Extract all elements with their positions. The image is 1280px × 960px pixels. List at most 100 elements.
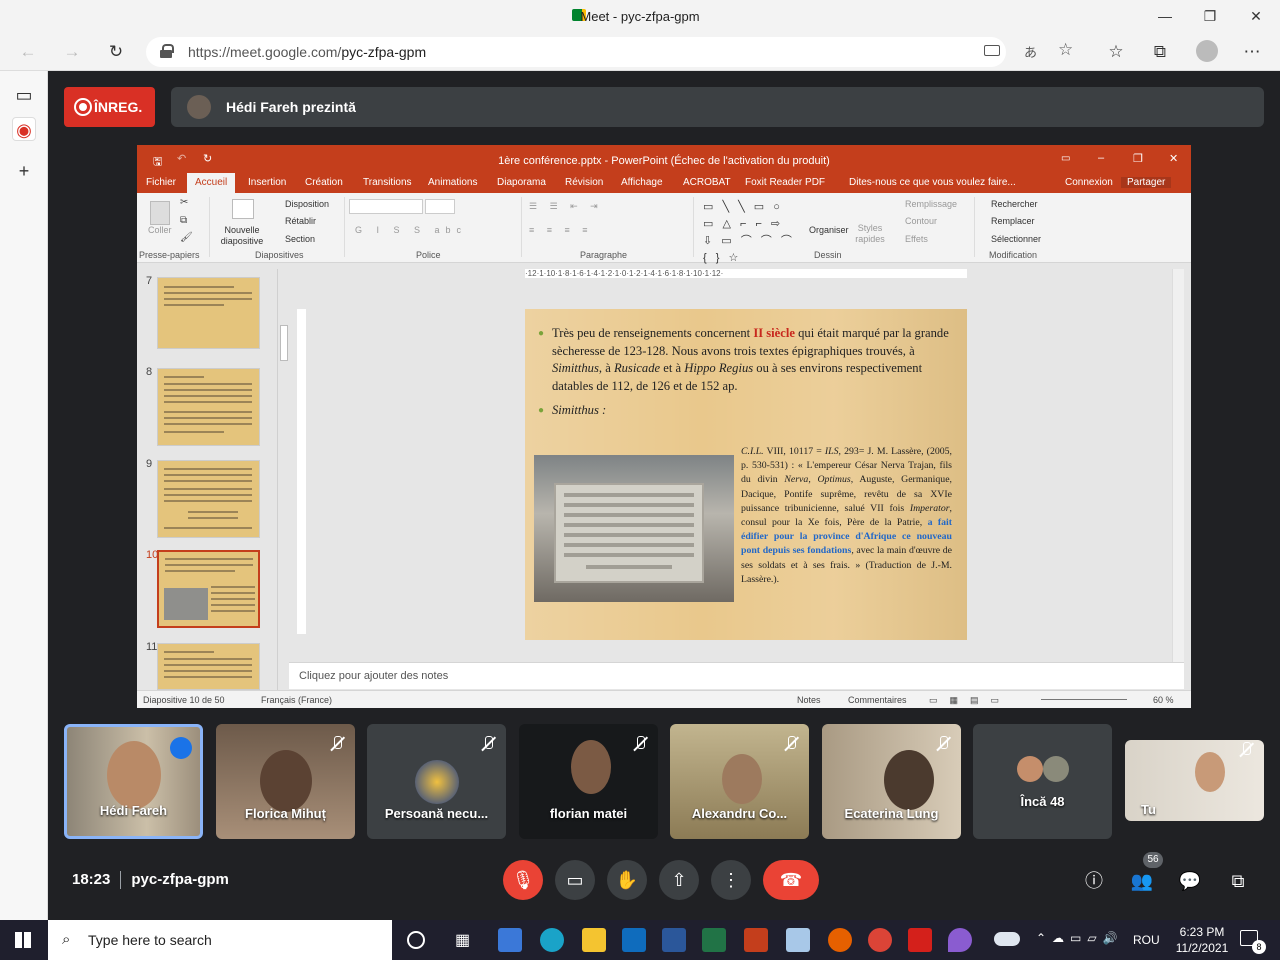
presenter-avatar — [187, 95, 211, 119]
lock-icon — [160, 44, 174, 58]
language-status: Français (France) — [261, 695, 333, 705]
muted-mic-icon — [480, 736, 496, 752]
cut-icon: ✂ — [180, 197, 189, 208]
app-icon-powerpoint[interactable] — [744, 928, 768, 952]
read-aloud-icon[interactable]: あ — [1024, 42, 1037, 61]
tab-affichage: Affichage — [621, 177, 663, 188]
app-icon-firefox[interactable] — [828, 928, 852, 952]
app-icon-excel[interactable] — [702, 928, 726, 952]
back-button[interactable]: ← — [14, 39, 42, 65]
thumb-number: 9 — [146, 458, 153, 470]
thumb-number: 8 — [146, 366, 153, 378]
recording-badge[interactable]: ÎNREG. — [64, 87, 155, 127]
forward-button[interactable]: → — [58, 39, 86, 65]
tab-actions-icon[interactable]: ▭ — [12, 83, 36, 107]
participant-tile[interactable]: Ecaterina Lung — [822, 724, 961, 839]
muted-mic-icon — [632, 736, 648, 752]
horizontal-ruler: ·12·1·10·1·8·1·6·1·4·1·2·1·0·1·2·1·4·1·6… — [525, 269, 967, 278]
editor-scrollbar — [1172, 269, 1184, 662]
remplissage-label: Remplissage — [905, 199, 958, 209]
app-icon-edge[interactable] — [540, 928, 564, 952]
participant-tile[interactable]: Florica Mihuț — [216, 724, 355, 839]
comments-toggle: Commentaires — [848, 695, 907, 705]
participant-tile[interactable]: Alexandru Co... — [670, 724, 809, 839]
restore-button[interactable]: ❐ — [1190, 4, 1230, 28]
camera-button[interactable]: ▭ — [555, 860, 595, 900]
effets-label: Effets — [905, 234, 928, 244]
collections-icon[interactable]: ⧉ — [1146, 39, 1174, 65]
activities-icon[interactable]: ⧉ — [1226, 869, 1250, 893]
participant-tile[interactable]: florian matei — [519, 724, 658, 839]
meeting-details-icon[interactable]: ⓘ — [1082, 869, 1106, 893]
url-text: https://meet.google.com/pyc-zfpa-gpm — [188, 44, 427, 60]
app-icon-word[interactable] — [662, 928, 686, 952]
organiser-label: Organiser — [809, 225, 849, 235]
camera-icon[interactable] — [984, 45, 1000, 56]
task-view-icon[interactable]: ▦ — [455, 930, 470, 950]
windows-start-icon[interactable] — [15, 932, 31, 948]
windows-taskbar: ⌕ Type here to search ▦ ⌃☁▭▱🔊 ROU 6:23 P… — [0, 920, 1280, 960]
tab-foxit: Foxit Reader PDF — [745, 177, 826, 188]
more-participants-tile[interactable]: Încă 48 — [973, 724, 1112, 839]
profile-avatar[interactable] — [1196, 40, 1218, 62]
add-favorite-icon[interactable]: ☆ — [1058, 40, 1073, 60]
muted-mic-icon — [935, 736, 951, 752]
app-icon-outlook[interactable] — [622, 928, 646, 952]
leave-call-button[interactable]: ☎ — [763, 860, 819, 900]
mic-off-button[interactable]: 🎙 — [503, 860, 543, 900]
close-window-button[interactable]: ✕ — [1236, 4, 1276, 28]
app-icon-chrome[interactable] — [868, 928, 892, 952]
section-label: Section — [285, 234, 316, 244]
app-icon-paint[interactable] — [948, 928, 972, 952]
disposition-label: Disposition — [285, 199, 330, 209]
input-language[interactable]: ROU — [1133, 933, 1160, 947]
refresh-button[interactable]: ↻ — [102, 39, 130, 65]
participant-tile[interactable]: Hédi Fareh — [64, 724, 203, 839]
raise-hand-button[interactable]: ✋ — [607, 860, 647, 900]
ppt-status-bar: Diapositive 10 de 50 Français (France) N… — [137, 690, 1191, 708]
font-size-box — [425, 199, 455, 214]
muted-mic-icon — [329, 736, 345, 752]
tab-fichier: Fichier — [146, 177, 177, 188]
participant-tile[interactable]: Persoană necu... — [367, 724, 506, 839]
recording-tab-icon[interactable]: ◉ — [12, 117, 36, 141]
app-icon-acrobat[interactable] — [908, 928, 932, 952]
participant-name: florian matei — [549, 806, 628, 821]
clock-date: 11/2/2021 — [1175, 941, 1229, 955]
ppt-restore-icon: ❐ — [1133, 153, 1143, 165]
clock-time: 6:23 PM — [1179, 925, 1225, 939]
participant-avatar — [415, 760, 459, 804]
taskbar-clock[interactable]: 6:23 PM 11/2/2021 — [1172, 924, 1232, 956]
meeting-info: 18:23 pyc-zfpa-gpm — [72, 871, 229, 890]
share-button: Partager — [1121, 177, 1172, 188]
app-icon-notepad[interactable] — [786, 928, 810, 952]
tab-animations: Animations — [428, 177, 478, 188]
participant-name: Florica Mihuț — [245, 806, 326, 821]
present-button[interactable]: ⇧ — [659, 860, 699, 900]
people-icon[interactable]: 👥 — [1130, 869, 1154, 893]
taskbar-search-box[interactable]: ⌕ Type here to search — [48, 920, 392, 960]
participant-name: Tu — [1141, 802, 1156, 817]
favorites-icon[interactable]: ☆ — [1102, 39, 1130, 65]
cortana-icon[interactable] — [407, 931, 425, 949]
meeting-time: 18:23 — [72, 871, 111, 888]
muted-mic-icon — [783, 736, 799, 752]
new-tab-icon[interactable]: + — [12, 159, 36, 183]
view-buttons: ▭▦▤▭ — [929, 695, 1012, 705]
thumb-number: 11 — [146, 641, 158, 653]
app-icon-explorer[interactable] — [582, 928, 606, 952]
url-bar[interactable]: https://meet.google.com/pyc-zfpa-gpm あ ☆ — [146, 37, 1073, 67]
more-menu-icon[interactable]: ⋯ — [1238, 39, 1266, 65]
paragraph-icons: ☰ ☰ ⇤ ⇥ — [529, 201, 603, 211]
app-icon-onedrive[interactable] — [994, 932, 1020, 946]
self-view-tile[interactable]: Tu — [1125, 740, 1264, 821]
chat-icon[interactable]: 💬 — [1178, 869, 1202, 893]
tab-transitions: Transitions — [363, 177, 412, 188]
slide-counter: Diapositive 10 de 50 — [143, 695, 225, 705]
group-diapositives: Diapositives — [255, 250, 304, 260]
app-icon-photos[interactable] — [498, 928, 522, 952]
system-tray-icons[interactable]: ⌃☁▭▱🔊 — [1036, 931, 1124, 945]
minimize-button[interactable]: — — [1145, 4, 1185, 28]
more-options-button[interactable]: ⋮ — [711, 860, 751, 900]
slide-paragraph-2: Simitthus : — [552, 403, 607, 417]
